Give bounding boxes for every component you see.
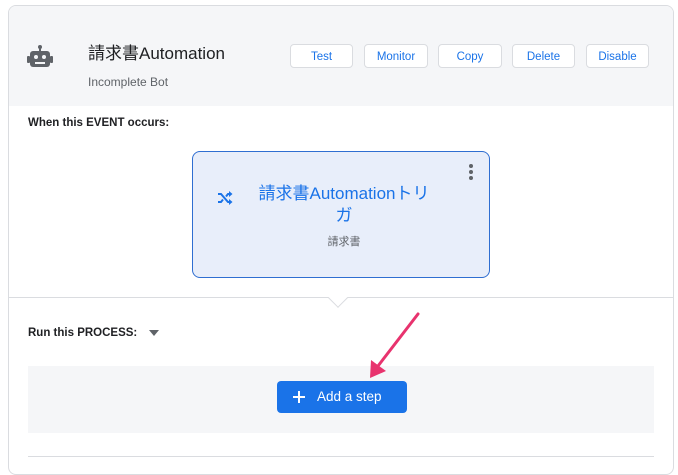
bottom-divider (28, 456, 654, 457)
bot-editor-card: 請求書Automation Incomplete Bot Test Monito… (8, 5, 674, 475)
add-step-label: Add a step (317, 389, 382, 404)
monitor-button[interactable]: Monitor (364, 44, 428, 68)
process-section-label: Run this PROCESS: (28, 327, 138, 339)
bot-status: Incomplete Bot (88, 75, 169, 89)
robot-icon (27, 45, 53, 67)
more-vert-icon[interactable] (468, 163, 474, 181)
plus-icon (293, 391, 305, 403)
event-card-subtitle: 請求書 (327, 236, 361, 248)
chevron-down-icon[interactable] (149, 330, 159, 336)
connector-notch (328, 288, 348, 308)
event-section-label: When this EVENT occurs: (28, 117, 170, 129)
event-card[interactable]: 請求書Automationトリガ 請求書 (192, 151, 490, 278)
copy-button[interactable]: Copy (438, 44, 502, 68)
disable-button[interactable]: Disable (586, 44, 649, 68)
delete-button[interactable]: Delete (512, 44, 575, 68)
shuffle-icon (218, 191, 233, 205)
bot-header: 請求書Automation Incomplete Bot Test Monito… (9, 6, 673, 106)
event-card-title: 請求書Automationトリガ (258, 184, 430, 225)
bot-title: 請求書Automation (88, 44, 225, 63)
test-button[interactable]: Test (290, 44, 353, 68)
add-step-button[interactable]: Add a step (277, 381, 407, 413)
